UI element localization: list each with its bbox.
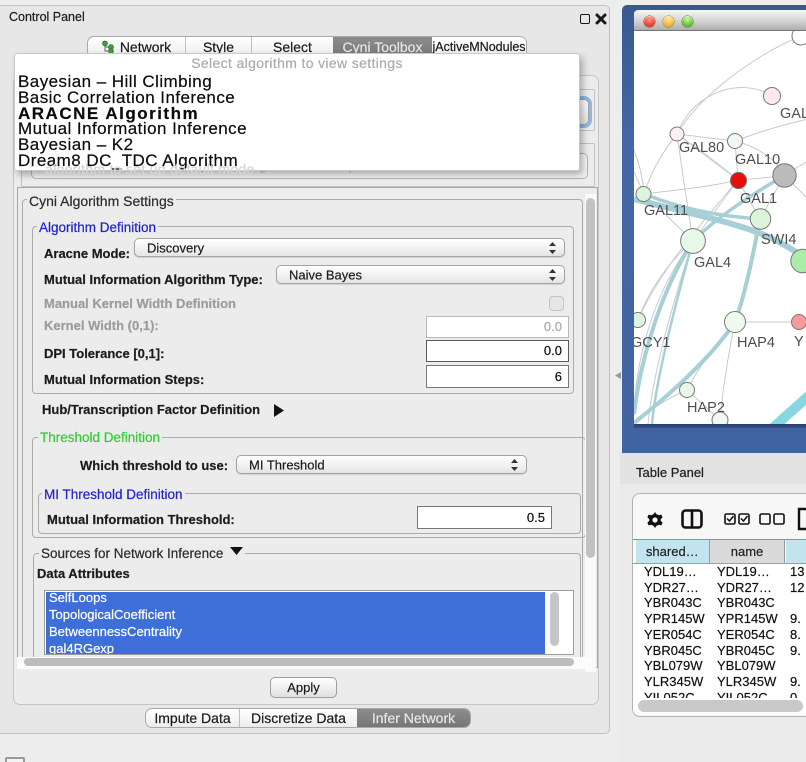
svg-text:Y: Y (794, 334, 804, 350)
svg-text:SWI4: SWI4 (761, 232, 796, 248)
svg-text:GCY1: GCY1 (634, 335, 671, 351)
svg-text:GAL1: GAL1 (740, 191, 777, 207)
svg-text:GAL11: GAL11 (644, 203, 688, 219)
svg-text:HAP2: HAP2 (687, 400, 725, 416)
svg-text:GAL80: GAL80 (679, 140, 724, 156)
svg-text:GAL4: GAL4 (694, 255, 731, 271)
svg-text:GAL2: GAL2 (780, 106, 806, 122)
svg-text:GAL10: GAL10 (735, 152, 780, 168)
svg-text:HAP4: HAP4 (737, 335, 775, 351)
